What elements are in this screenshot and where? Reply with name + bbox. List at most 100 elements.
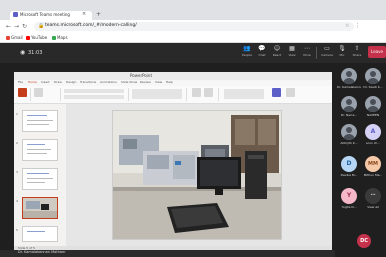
participant-avatar: Y — [341, 188, 357, 204]
slide-thumbnail[interactable] — [22, 139, 58, 161]
people-icon: 👥 — [243, 45, 251, 52]
slide-number: 2 — [16, 141, 18, 145]
ribbon-tab[interactable]: Draw — [54, 80, 62, 84]
youtube-icon — [26, 36, 30, 40]
participant-name: Devika M... — [340, 173, 358, 177]
participant-avatar: D — [341, 156, 357, 172]
participant-tile[interactable]: A arun ch... — [361, 122, 385, 146]
bookmark-label: YouTube — [31, 35, 48, 40]
bookmark-youtube[interactable]: YouTube — [26, 35, 47, 40]
people-button[interactable]: 👥 People — [240, 45, 254, 57]
participant-tile[interactable]: MM Mithun Ma... — [361, 154, 385, 178]
dictate-icon[interactable] — [272, 88, 281, 97]
chat-icon: 💬 — [258, 45, 266, 52]
shapes-icon[interactable] — [192, 88, 201, 97]
ribbon-divider — [30, 88, 31, 101]
ribbon-divider — [60, 88, 61, 101]
ribbon-tab[interactable]: File — [18, 80, 23, 84]
ribbon-tab[interactable]: Review — [140, 80, 151, 84]
slide-thumbnail[interactable] — [22, 168, 58, 190]
mic-button[interactable]: 🎙 Mic — [335, 45, 349, 57]
reload-icon[interactable]: ↻ — [22, 23, 27, 30]
back-icon[interactable]: ← — [6, 23, 11, 30]
participant-avatar: A — [365, 124, 381, 140]
participant-name: Dr. Narra... — [340, 113, 358, 117]
tab-title: Microsoft Teams meeting — [20, 12, 70, 17]
view-all-participants[interactable]: ⋯ View all — [361, 186, 385, 210]
url-text[interactable]: teams.microsoft.com/_#/modern-calling/ — [45, 23, 137, 28]
participant-avatar — [341, 96, 357, 112]
new-slide-icon[interactable] — [34, 88, 43, 97]
control-label: People — [242, 53, 252, 57]
ribbon-tab[interactable]: Slide Show — [121, 80, 137, 84]
ribbon-tab[interactable]: View — [155, 80, 162, 84]
participant-name: View all — [367, 205, 379, 209]
bookmark-label: Gmail — [11, 35, 23, 40]
slide-number: 4 — [16, 199, 18, 203]
share-button[interactable]: ⇧ Share — [350, 45, 364, 57]
control-divider — [316, 47, 317, 59]
paste-icon[interactable] — [18, 88, 27, 97]
participant-name: arun ch... — [365, 141, 381, 145]
control-label: Camera — [321, 53, 333, 57]
ribbon-tab[interactable]: Home — [28, 80, 37, 84]
participant-name: Yogita N... — [341, 205, 357, 209]
view-button[interactable]: ▦ View — [285, 45, 299, 57]
self-avatar[interactable]: DC — [357, 234, 371, 248]
participant-tile[interactable]: Dr. Swati K... — [361, 66, 385, 90]
participant-tile[interactable]: NAVEEN — [361, 94, 385, 118]
chat-button[interactable]: 💬 Chat — [255, 45, 269, 57]
slide-number: 1 — [16, 112, 18, 116]
react-button[interactable]: ☺ React — [270, 45, 284, 57]
tab-close-icon[interactable]: × — [82, 11, 86, 17]
ribbon-tab[interactable]: Transitions — [80, 80, 96, 84]
participant-tile[interactable]: Dr. Narra... — [337, 94, 361, 118]
more-button[interactable]: ⋯ More — [300, 45, 314, 57]
participant-avatar: MM — [365, 156, 381, 172]
paragraph-tools[interactable] — [132, 89, 182, 99]
control-label: React — [272, 53, 282, 57]
presenter-name: Dr. Kamalakannan Matham — [18, 250, 66, 254]
bookmark-gmail[interactable]: Gmail — [6, 35, 23, 40]
meeting-timer: 31:03 — [28, 50, 43, 56]
designer-icon[interactable] — [286, 88, 295, 97]
bookmark-maps[interactable]: Maps — [52, 35, 68, 40]
slide-thumbnail-selected[interactable] — [22, 197, 58, 219]
leave-button[interactable]: Leave — [368, 46, 386, 58]
new-tab-button[interactable]: + — [96, 11, 101, 18]
participant-name: Dr. Kamalakannan — [337, 85, 361, 89]
font-selector[interactable] — [64, 89, 124, 93]
arrange-icon[interactable] — [204, 88, 213, 97]
mic-icon: 🎙 — [338, 45, 346, 52]
participant-tile[interactable]: Dr. Kamalakannan — [337, 66, 361, 90]
control-label: More — [303, 53, 311, 57]
extension-icons[interactable]: ☆ ⋮ — [345, 23, 362, 29]
camera-icon: ▭ — [324, 45, 330, 52]
participant-tile[interactable]: Y Yogita N... — [337, 186, 361, 210]
font-format-tools[interactable] — [64, 95, 124, 99]
current-slide[interactable] — [112, 110, 282, 240]
lab-equipment-photo — [113, 111, 281, 239]
react-icon: ☺ — [273, 45, 281, 52]
editing-tools[interactable] — [224, 89, 264, 99]
camera-button[interactable]: ▭ Camera — [320, 45, 334, 57]
recording-icon: ◉ — [20, 49, 26, 56]
participant-tile[interactable]: D Devika M... — [337, 154, 361, 178]
more-icon: ⋯ — [304, 45, 310, 52]
slide-thumbnail[interactable] — [22, 226, 58, 242]
ribbon-divider — [128, 88, 129, 101]
control-label: View — [288, 53, 296, 57]
participant-tile[interactable]: Abhijith K... — [337, 122, 361, 146]
ribbon-tab[interactable]: Design — [66, 80, 76, 84]
slide-number: 3 — [16, 170, 18, 174]
maps-icon — [52, 36, 56, 40]
ribbon-tab[interactable]: Help — [166, 80, 173, 84]
ribbon-divider — [218, 88, 219, 101]
ribbon-tab[interactable]: Insert — [41, 80, 50, 84]
participant-name: Dr. Swati K... — [363, 85, 383, 89]
ribbon-tab[interactable]: Animations — [100, 80, 117, 84]
control-label: Share — [352, 53, 362, 57]
slide-thumbnail[interactable] — [22, 110, 58, 132]
forward-icon[interactable]: → — [14, 23, 19, 30]
participant-name: Mithun Ma... — [363, 173, 383, 177]
